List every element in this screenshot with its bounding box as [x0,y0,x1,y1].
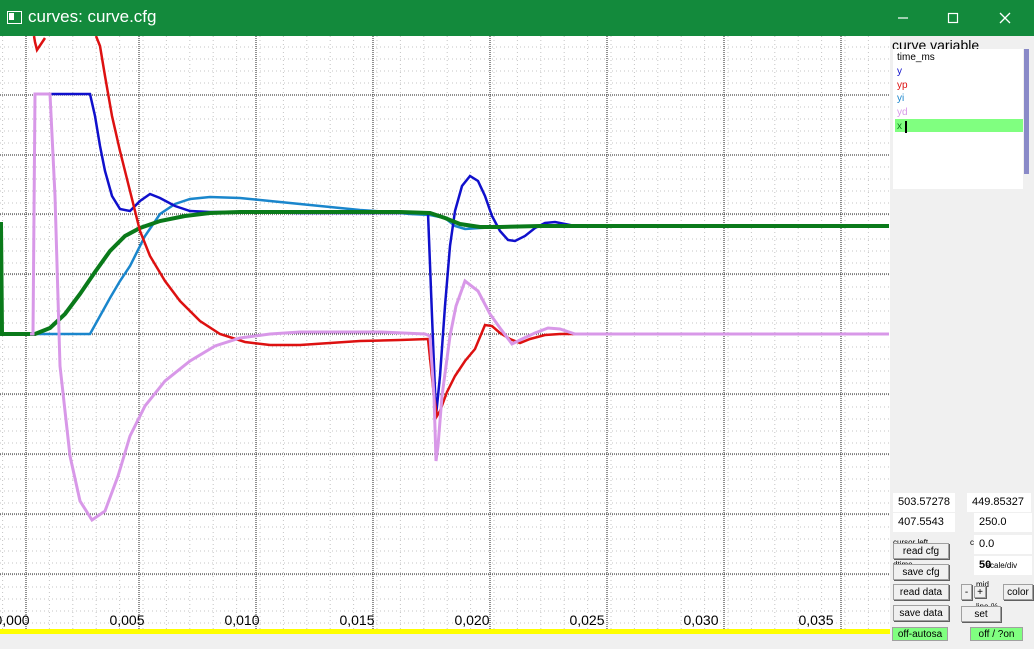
curve-item-yd[interactable]: yd [897,106,908,119]
scrollbar-thumb[interactable] [1024,49,1029,174]
curve-plot[interactable]: 0,000 0,005 0,010 0,015 0,020 0,025 0,030 0,035 [0,35,890,630]
x-tick-label: 0,025 [569,612,604,628]
minimize-icon [898,17,908,19]
value-field-1[interactable]: 503.57278 [893,493,955,512]
off-on-button[interactable]: off / ?on [970,627,1023,641]
curve-item-x[interactable]: x [897,120,902,133]
read-data-button[interactable]: read data [893,584,949,600]
curve-item-yp[interactable]: yp [897,79,908,92]
title-bar: curves: curve.cfg [0,0,1034,36]
curve-list[interactable]: time_ms y yp yi yd x [893,49,1023,189]
x-tick-label: 0,030 [683,612,718,628]
set-button[interactable]: set [961,606,1001,622]
selected-row-highlight [895,119,1023,132]
control-panel: curve variable time_ms y yp yi yd x 503.… [890,36,1034,649]
x-tick-label: 0,035 [798,612,833,628]
close-button[interactable] [982,0,1028,36]
window-title: curves: curve.cfg [28,7,157,26]
x-tick-label: 0,005 [109,612,144,628]
color-button[interactable]: color [1003,584,1033,600]
x-tick-label: 0,010 [224,612,259,628]
off-autosave-button[interactable]: off-autosa [892,627,948,641]
minimize-button[interactable] [880,0,926,36]
maximize-icon [947,12,959,23]
value-field-3[interactable]: 407.5543 [893,513,955,532]
value-field-5[interactable]: 0.0 [974,535,1032,554]
curve-yd [30,92,889,523]
x-tick-label: 0,020 [454,612,489,628]
plus-button[interactable]: + [974,586,986,598]
bottom-marker-bar [0,629,890,634]
plot-area[interactable]: 0,000 0,005 0,010 0,015 0,020 0,025 0,030 0,035 [0,35,890,630]
maximize-button[interactable] [930,0,976,36]
curve-list-scrollbar[interactable] [1023,49,1031,189]
x-tick-label: 0,015 [339,612,374,628]
app-icon [7,11,22,24]
save-data-button[interactable]: save data [893,605,949,621]
scale-div-label: scale/div [986,561,1018,570]
x-axis-labels: 0,000 0,005 0,010 0,015 0,020 0,025 0,030 0,035 [0,612,834,628]
close-icon [999,12,1011,24]
curve-item-yi[interactable]: yi [897,92,904,105]
save-cfg-button[interactable]: save cfg [893,564,949,580]
curve-item-y[interactable]: y [897,65,902,78]
curve-item-time-ms[interactable]: time_ms [897,51,935,64]
x-tick-label: 0,000 [0,612,30,628]
minus-button[interactable]: - [961,584,972,600]
text-caret [905,121,907,133]
value-field-4[interactable]: 250.0 [974,513,1032,532]
value-field-2[interactable]: 449.85327 [967,493,1031,512]
read-cfg-button[interactable]: read cfg [893,543,949,559]
